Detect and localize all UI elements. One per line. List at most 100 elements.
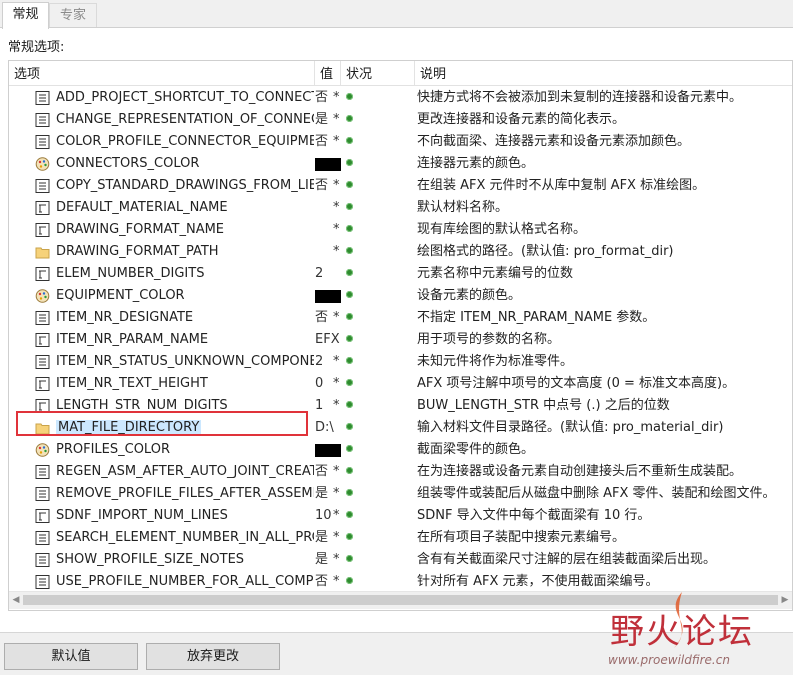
table-row[interactable]: SDNF_IMPORT_NUM_LINES 10 * SDNF 导入文件中每个截面梁有… bbox=[9, 505, 792, 527]
table-row[interactable]: ITEM_NR_DESIGNATE 否 * 不指定 ITEM_NR_PARAM_NAM… bbox=[9, 307, 792, 329]
status-dot-icon bbox=[346, 577, 353, 584]
column-header-status[interactable]: 状况 bbox=[341, 61, 415, 85]
status-dot-icon bbox=[346, 291, 353, 298]
table-row[interactable]: PROFILES_COLOR 截面梁零件的颜色。 bbox=[9, 439, 792, 461]
modified-star bbox=[333, 329, 343, 351]
table-row[interactable]: ITEM_NR_STATUS_UNKNOWN_COMPONE 2 * 未知元件将作为标… bbox=[9, 351, 792, 373]
table-row[interactable]: CONNECTORS_COLOR 连接器元素的颜色。 bbox=[9, 153, 792, 175]
option-name: MAT_FILE_DIRECTORY bbox=[34, 417, 314, 439]
status-dot-icon bbox=[346, 511, 353, 518]
modified-star: * bbox=[333, 486, 340, 501]
option-name: COLOR_PROFILE_CONNECTOR_EQUIPME bbox=[34, 131, 314, 153]
option-description: 绘图格式的路径。(默认值: pro_format_dir) bbox=[417, 244, 674, 259]
option-description: 输入材料文件目录路径。(默认值: pro_material_dir) bbox=[417, 420, 724, 435]
status-dot-icon bbox=[346, 445, 353, 452]
option-name: ITEM_NR_DESIGNATE bbox=[34, 307, 314, 329]
table-row[interactable]: CHANGE_REPRESENTATION_OF_CONNEC 是 * 更改连接器和设… bbox=[9, 109, 792, 131]
status-dot-icon bbox=[346, 335, 353, 342]
option-name-text: ITEM_NR_DESIGNATE bbox=[56, 310, 194, 325]
tab-general[interactable]: 常规 bbox=[2, 2, 49, 29]
scroll-left-arrow-icon[interactable]: ◀ bbox=[11, 595, 21, 605]
option-name-text: ITEM_NR_PARAM_NAME bbox=[56, 332, 209, 347]
modified-star: * bbox=[333, 398, 340, 413]
option-name: EQUIPMENT_COLOR bbox=[34, 285, 314, 307]
table-row[interactable]: MAT_FILE_DIRECTORY D:\ 输入材料文件目录路径。(默认值: pr… bbox=[9, 417, 792, 439]
status-dot-icon bbox=[346, 379, 353, 386]
tab-strip: 常规 专家 bbox=[0, 0, 793, 29]
status-dot-icon bbox=[346, 313, 353, 320]
tab-expert[interactable]: 专家 bbox=[49, 3, 97, 28]
modified-star: * bbox=[333, 90, 340, 105]
modified-star: * bbox=[333, 244, 340, 259]
table-row[interactable]: ADD_PROJECT_SHORTCUT_TO_CONNECT 否 * 快捷方式将不会… bbox=[9, 87, 792, 109]
modified-star: * bbox=[333, 574, 340, 589]
watermark-url: www.proewildfire.cn bbox=[608, 653, 730, 667]
table-row[interactable]: DRAWING_FORMAT_NAME * 现有库绘图的默认格式名称。 bbox=[9, 219, 792, 241]
section-label: 常规选项: bbox=[8, 40, 65, 55]
option-description: 组装零件或装配后从磁盘中删除 AFX 零件、装配和绘图文件。 bbox=[417, 486, 776, 501]
watermark-text: 野火论坛 bbox=[610, 612, 754, 652]
status-dot-icon bbox=[346, 203, 353, 210]
table-row[interactable]: EQUIPMENT_COLOR 设备元素的颜色。 bbox=[9, 285, 792, 307]
option-name: DEFAULT_MATERIAL_NAME bbox=[34, 197, 314, 219]
status-dot-icon bbox=[346, 225, 353, 232]
list-header: 选项 值 状况 说明 bbox=[9, 61, 792, 86]
option-name: DRAWING_FORMAT_NAME bbox=[34, 219, 314, 241]
modified-star: * bbox=[333, 178, 340, 193]
modified-star: * bbox=[333, 530, 340, 545]
table-row[interactable]: SHOW_PROFILE_SIZE_NOTES 是 * 含有有关截面梁尺寸注解的层在组… bbox=[9, 549, 792, 571]
table-row[interactable]: REMOVE_PROFILE_FILES_AFTER_ASSEMBL 是 * 组装零件… bbox=[9, 483, 792, 505]
option-description: BUW_LENGTH_STR 中点号 (.) 之后的位数 bbox=[417, 398, 670, 413]
column-header-description[interactable]: 说明 bbox=[415, 61, 792, 85]
modified-star bbox=[333, 285, 343, 307]
option-name-text: USE_PROFILE_NUMBER_FOR_ALL_COMPC bbox=[56, 574, 314, 589]
option-name-text: SEARCH_ELEMENT_NUMBER_IN_ALL_PRC bbox=[56, 530, 314, 545]
option-description: 在所有项目子装配中搜索元素编号。 bbox=[417, 530, 626, 545]
table-row[interactable]: SEARCH_ELEMENT_NUMBER_IN_ALL_PRC 是 * 在所有项目子… bbox=[9, 527, 792, 549]
table-row[interactable]: ITEM_NR_TEXT_HEIGHT 0 * AFX 项号注解中项号的文本高度 (0… bbox=[9, 373, 792, 395]
table-row[interactable]: LENGTH_STR_NUM_DIGITS 1 * BUW_LENGTH_STR 中点… bbox=[9, 395, 792, 417]
status-dot-icon bbox=[346, 93, 353, 100]
option-name: LENGTH_STR_NUM_DIGITS bbox=[34, 395, 314, 417]
option-name: SEARCH_ELEMENT_NUMBER_IN_ALL_PRC bbox=[34, 527, 314, 549]
option-name-text: PROFILES_COLOR bbox=[56, 442, 170, 457]
column-header-value[interactable]: 值 bbox=[315, 61, 341, 85]
option-name-text: ADD_PROJECT_SHORTCUT_TO_CONNECT bbox=[56, 90, 314, 105]
option-name-text: ITEM_NR_STATUS_UNKNOWN_COMPONE bbox=[56, 354, 314, 369]
modified-star: * bbox=[333, 310, 340, 325]
option-description: 连接器元素的颜色。 bbox=[417, 156, 535, 171]
table-row[interactable]: ITEM_NR_PARAM_NAME EFX 用于项号的参数的名称。 bbox=[9, 329, 792, 351]
option-name: ITEM_NR_TEXT_HEIGHT bbox=[34, 373, 314, 395]
option-description: SDNF 导入文件中每个截面梁有 10 行。 bbox=[417, 508, 651, 523]
option-description: 在为连接器或设备元素自动创建接头后不重新生成装配。 bbox=[417, 464, 743, 479]
option-name: DRAWING_FORMAT_PATH bbox=[34, 241, 314, 263]
option-name-text: COLOR_PROFILE_CONNECTOR_EQUIPME bbox=[56, 134, 314, 149]
option-description: 快捷方式将不会被添加到未复制的连接器和设备元素中。 bbox=[417, 90, 743, 105]
status-dot-icon bbox=[346, 181, 353, 188]
options-list[interactable]: 选项 值 状况 说明 ADD_PROJECT_SHORTCUT_TO_CONNE… bbox=[8, 60, 793, 611]
option-name-text: SHOW_PROFILE_SIZE_NOTES bbox=[56, 552, 245, 567]
status-dot-icon bbox=[346, 247, 353, 254]
option-name-text: ELEM_NUMBER_DIGITS bbox=[56, 266, 205, 281]
option-name-text: ITEM_NR_TEXT_HEIGHT bbox=[56, 376, 208, 391]
option-name-text: LENGTH_STR_NUM_DIGITS bbox=[56, 398, 228, 413]
column-header-option[interactable]: 选项 bbox=[9, 61, 315, 85]
status-dot-icon bbox=[346, 533, 353, 540]
modified-star: * bbox=[333, 376, 340, 391]
table-row[interactable]: REGEN_ASM_AFTER_AUTO_JOINT_CREATI 否 * 在为连接器… bbox=[9, 461, 792, 483]
option-name-text: DRAWING_FORMAT_PATH bbox=[56, 244, 219, 259]
table-row[interactable]: DEFAULT_MATERIAL_NAME * 默认材料名称。 bbox=[9, 197, 792, 219]
option-name: REMOVE_PROFILE_FILES_AFTER_ASSEMBL bbox=[34, 483, 314, 505]
discard-changes-button[interactable]: 放弃更改 bbox=[146, 643, 280, 670]
modified-star: * bbox=[333, 464, 340, 479]
modified-star: * bbox=[333, 134, 340, 149]
table-row[interactable]: DRAWING_FORMAT_PATH * 绘图格式的路径。(默认值: pro_fo… bbox=[9, 241, 792, 263]
option-description: 用于项号的参数的名称。 bbox=[417, 332, 561, 347]
option-name: COPY_STANDARD_DRAWINGS_FROM_LIB bbox=[34, 175, 314, 197]
option-name: ELEM_NUMBER_DIGITS bbox=[34, 263, 314, 285]
option-description: AFX 项号注解中项号的文本高度 (0 = 标准文本高度)。 bbox=[417, 376, 736, 391]
table-row[interactable]: COPY_STANDARD_DRAWINGS_FROM_LIB 否 * 在组装 AFX… bbox=[9, 175, 792, 197]
table-row[interactable]: ELEM_NUMBER_DIGITS 2 元素名称中元素编号的位数 bbox=[9, 263, 792, 285]
default-value-button[interactable]: 默认值 bbox=[4, 643, 138, 670]
table-row[interactable]: COLOR_PROFILE_CONNECTOR_EQUIPME 否 * 不向截面梁、连… bbox=[9, 131, 792, 153]
